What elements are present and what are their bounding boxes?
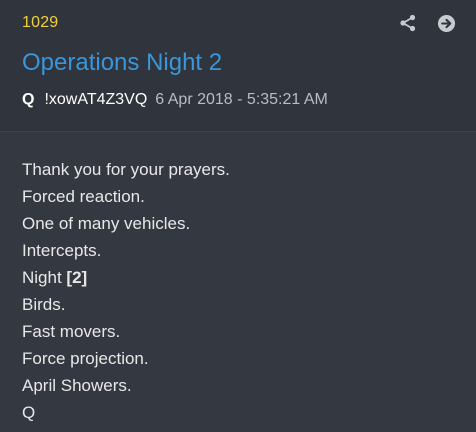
body-line: Force projection. — [22, 349, 149, 368]
post-meta: Q !xowAT4Z3VQ 6 Apr 2018 - 5:35:21 AM — [22, 91, 328, 109]
body-line: Fast movers. — [22, 322, 121, 341]
post-date: 6 Apr 2018 - 5:35:21 AM — [155, 91, 328, 108]
body-line: Night [2] — [22, 264, 462, 291]
body-line: Thank you for your prayers. — [22, 160, 230, 179]
author-name: Q — [22, 91, 35, 108]
body-line: Intercepts. — [22, 241, 102, 260]
body-line: Forced reaction. — [22, 187, 145, 206]
post-header: 1029 Operations Night 2 Q !xowAT4Z3VQ 6 Ap… — [0, 0, 476, 132]
body-text: Night — [22, 268, 67, 287]
post-number[interactable]: 1029 — [22, 14, 58, 32]
post-title[interactable]: Operations Night 2 — [22, 49, 222, 77]
body-line: April Showers. — [22, 376, 132, 395]
author-tripcode: !xowAT4Z3VQ — [44, 91, 148, 108]
body-bold-text: [2] — [66, 268, 88, 287]
share-icon[interactable] — [398, 13, 418, 33]
post-actions — [398, 13, 456, 33]
body-signature: Q — [22, 403, 36, 422]
post-body: Thank you for your prayers. Forced react… — [22, 156, 462, 426]
body-line: Birds. — [22, 295, 66, 314]
body-line: One of many vehicles. — [22, 214, 191, 233]
arrow-right-circle-icon[interactable] — [436, 13, 456, 33]
